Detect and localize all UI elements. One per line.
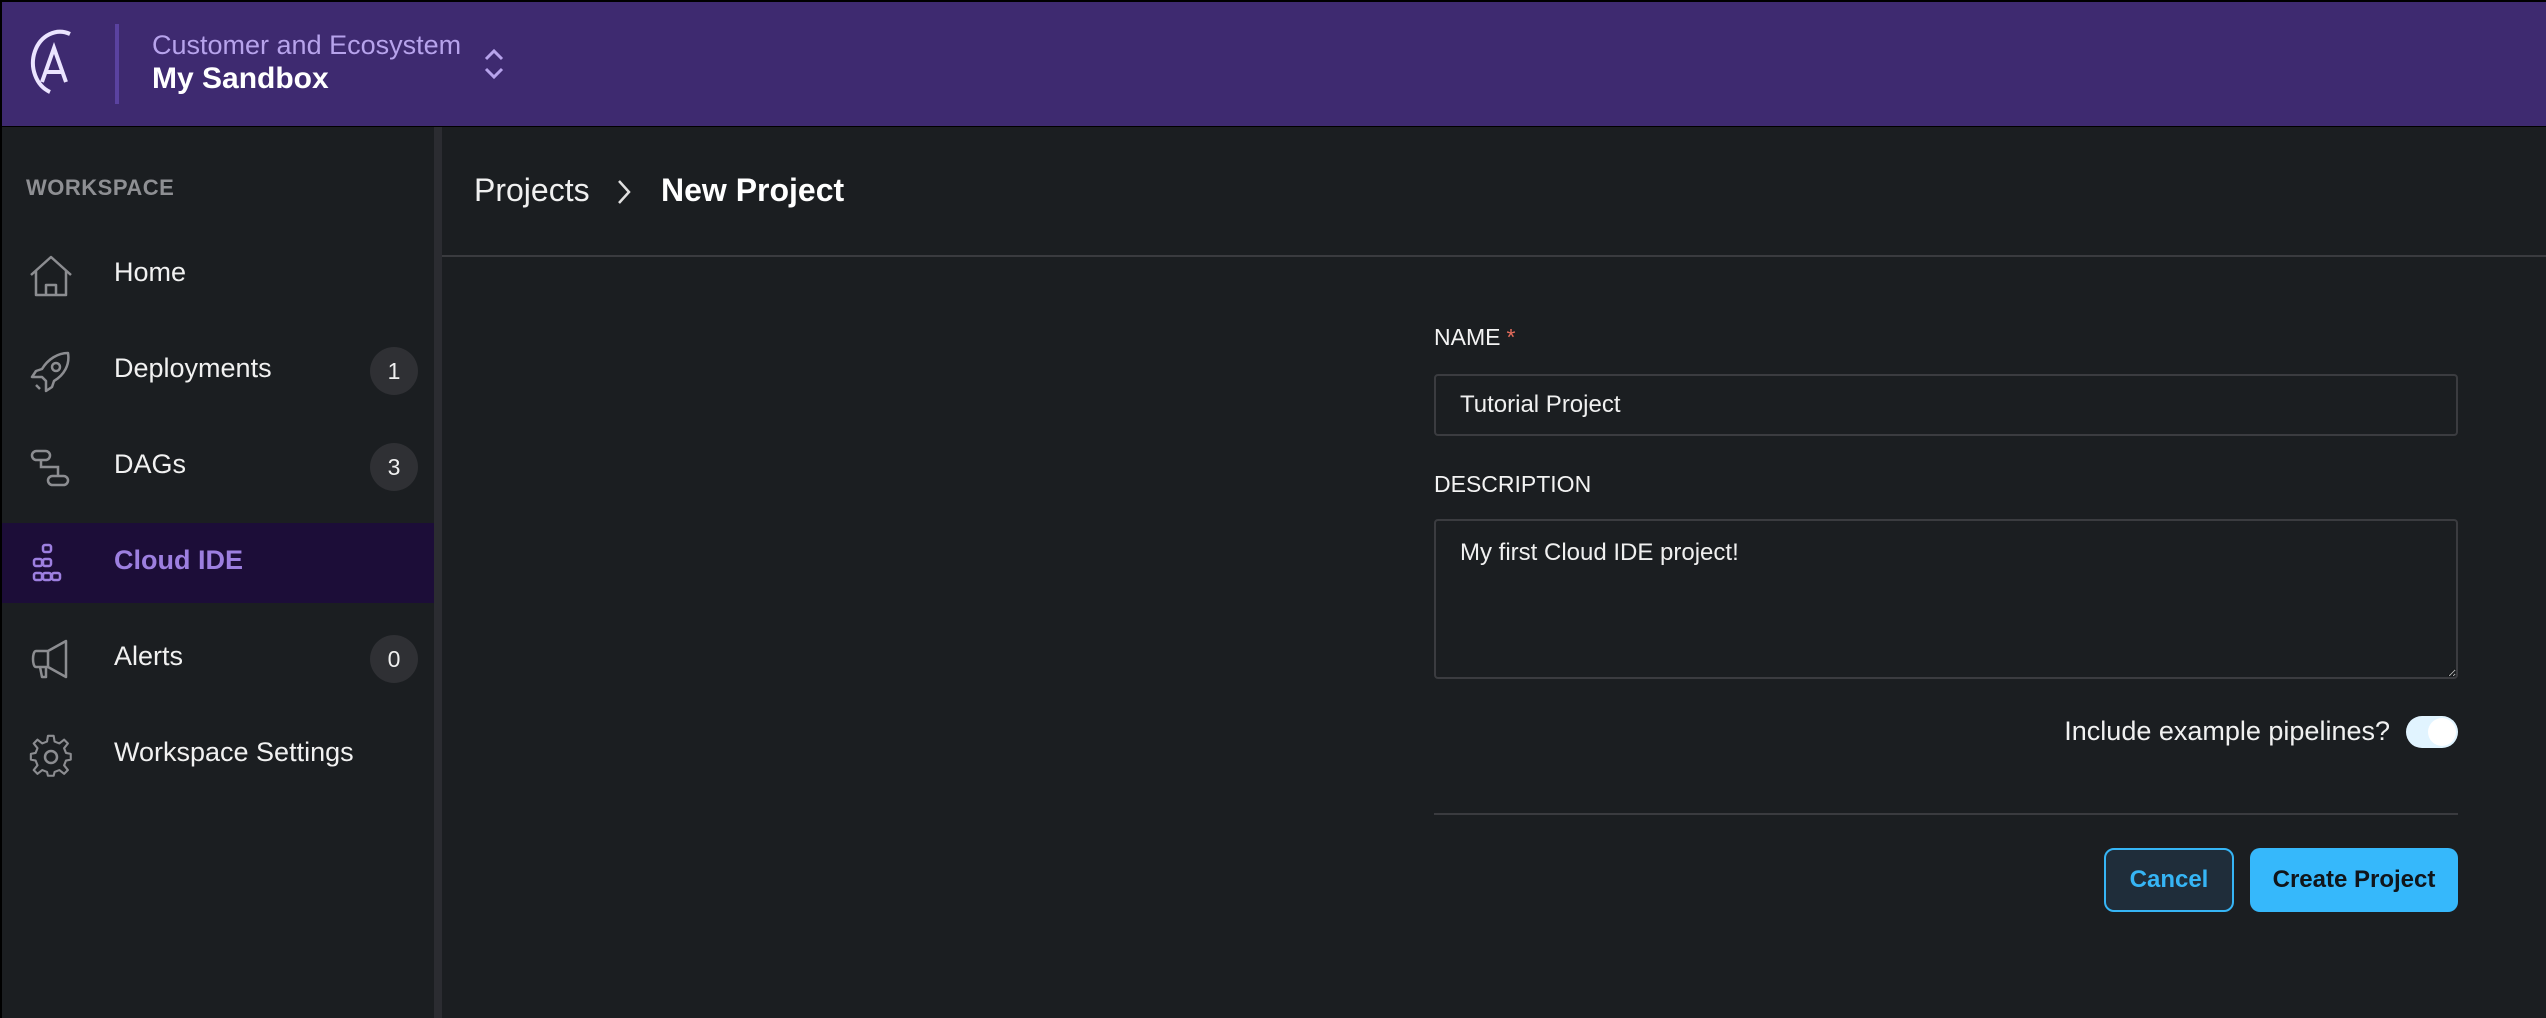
- sidebar-item-label: Deployments: [114, 353, 272, 383]
- cancel-button[interactable]: Cancel: [2104, 848, 2234, 912]
- sidebar-resize-handle[interactable]: [434, 127, 442, 1018]
- rocket-icon: [30, 351, 70, 393]
- sidebar-item-dags[interactable]: DAGs 3: [2, 427, 442, 507]
- sidebar-item-alerts[interactable]: Alerts 0: [2, 619, 442, 699]
- description-field-label: DESCRIPTION: [1434, 471, 1592, 497]
- organization-name: Customer and Ecosystem: [152, 30, 462, 60]
- header-divider: [115, 24, 119, 104]
- sidebar-item-label: Workspace Settings: [114, 737, 354, 767]
- name-label-text: NAME: [1434, 324, 1501, 350]
- create-project-button[interactable]: Create Project: [2250, 848, 2458, 912]
- required-marker: *: [1506, 324, 1516, 350]
- top-bar: Customer and Ecosystem My Sandbox: [2, 2, 2546, 127]
- sidebar-item-home[interactable]: Home: [2, 235, 442, 315]
- cloud-ide-icon: [32, 543, 62, 582]
- workspace-switcher-icon[interactable]: [480, 46, 508, 82]
- gear-icon: [29, 734, 72, 777]
- example-pipelines-toggle[interactable]: [2406, 716, 2458, 748]
- sidebar-section-label: WORKSPACE: [26, 175, 175, 200]
- chevron-right-icon: [618, 180, 631, 204]
- sidebar-item-cloud-ide[interactable]: Cloud IDE: [2, 523, 442, 603]
- home-icon: [30, 255, 72, 297]
- name-field-label: NAME *: [1434, 324, 1515, 351]
- sidebar: WORKSPACE Home Deployments 1 DAGs 3 Clou…: [2, 127, 442, 1018]
- dag-icon: [30, 449, 70, 487]
- sidebar-item-workspace-settings[interactable]: Workspace Settings: [2, 715, 442, 795]
- breadcrumb: Projects New Project: [442, 127, 2546, 257]
- sidebar-item-label: Alerts: [114, 641, 184, 671]
- description-textarea[interactable]: My first Cloud IDE project!: [1434, 519, 2458, 679]
- example-pipelines-row: Include example pipelines?: [1434, 712, 2458, 752]
- megaphone-icon: [31, 639, 68, 679]
- sidebar-item-label: DAGs: [114, 449, 187, 479]
- astronomer-logo-icon[interactable]: [26, 28, 82, 98]
- main-content: Projects New Project NAME* DESCRIPTION M…: [442, 127, 2546, 1018]
- sidebar-item-deployments[interactable]: Deployments 1: [2, 331, 442, 411]
- example-pipelines-label: Include example pipelines?: [2064, 716, 2390, 746]
- sidebar-item-label: Cloud IDE: [114, 545, 243, 575]
- name-input[interactable]: [1434, 374, 2458, 436]
- sidebar-item-label: Home: [114, 257, 187, 287]
- alerts-count-badge: 0: [370, 635, 418, 683]
- deployments-count-badge: 1: [370, 347, 418, 395]
- dags-count-badge: 3: [370, 443, 418, 491]
- breadcrumb-projects-link[interactable]: Projects: [474, 172, 590, 209]
- workspace-name: My Sandbox: [152, 62, 329, 95]
- page-title: New Project: [661, 172, 845, 208]
- toggle-knob: [2428, 718, 2456, 746]
- form-divider: [1434, 813, 2458, 815]
